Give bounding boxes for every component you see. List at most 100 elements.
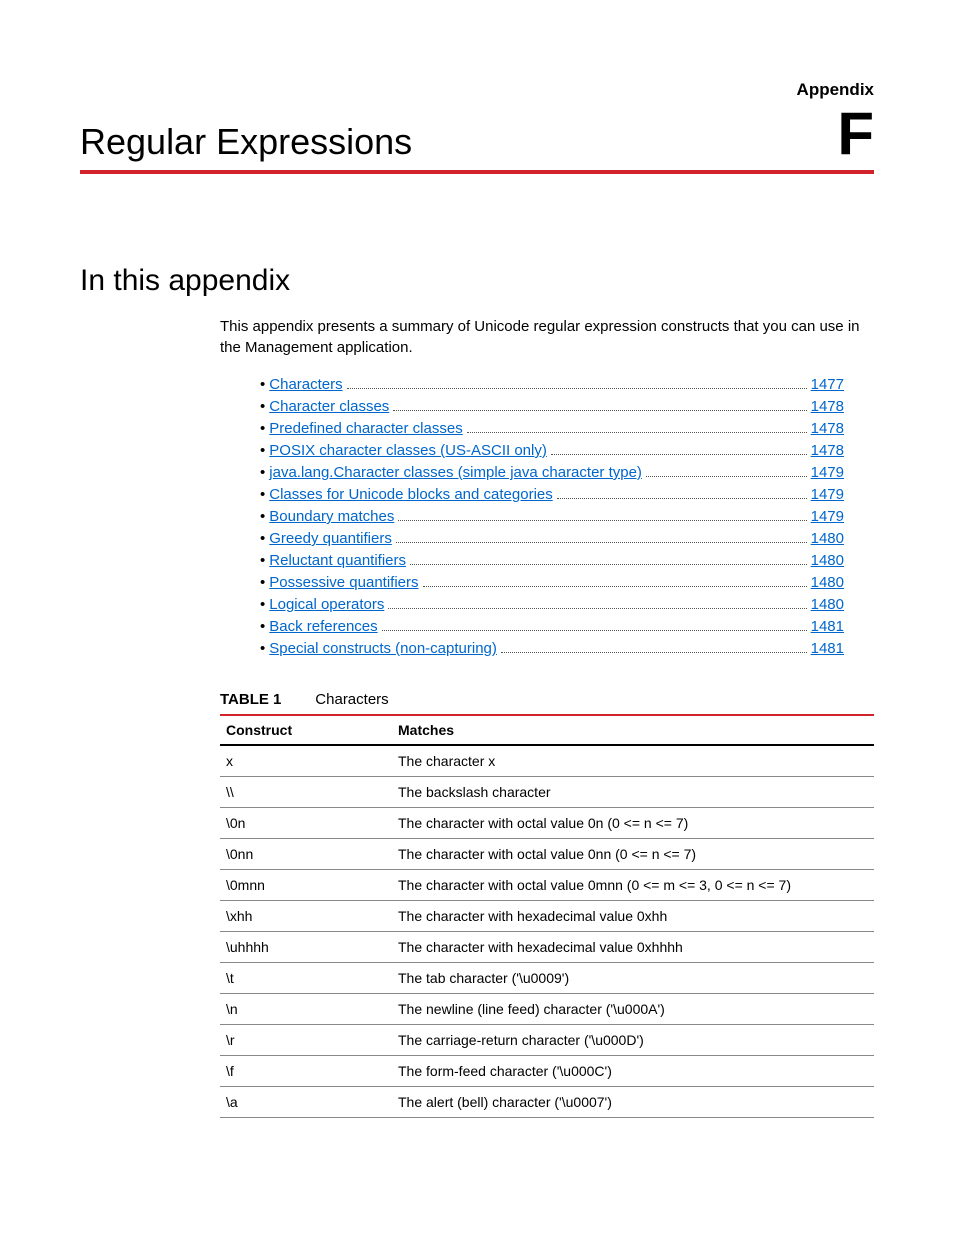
toc-link[interactable]: Reluctant quantifiers bbox=[269, 552, 406, 569]
table-row: \xhhThe character with hexadecimal value… bbox=[220, 901, 874, 932]
table-row: \uhhhhThe character with hexadecimal val… bbox=[220, 932, 874, 963]
toc-leader-dots bbox=[410, 564, 807, 565]
cell-matches: The form-feed character ('\u000C') bbox=[392, 1056, 874, 1087]
appendix-header: Appendix Regular Expressions F bbox=[80, 80, 874, 174]
page: Appendix Regular Expressions F In this a… bbox=[0, 0, 954, 1178]
toc-leader-dots bbox=[393, 410, 806, 411]
toc-link[interactable]: Classes for Unicode blocks and categorie… bbox=[269, 486, 552, 503]
toc-leader-dots bbox=[646, 476, 807, 477]
toc-item: •Predefined character classes 1478 bbox=[260, 420, 844, 437]
bullet-icon: • bbox=[260, 574, 265, 591]
toc-item: •Classes for Unicode blocks and categori… bbox=[260, 486, 844, 503]
title-row: Regular Expressions F bbox=[80, 104, 874, 164]
toc-page-link[interactable]: 1478 bbox=[811, 420, 844, 437]
bullet-icon: • bbox=[260, 442, 265, 459]
cell-construct: \0mnn bbox=[220, 870, 392, 901]
table-row: \rThe carriage-return character ('\u000D… bbox=[220, 1025, 874, 1056]
table-body: xThe character x\\The backslash characte… bbox=[220, 745, 874, 1118]
table-header-matches: Matches bbox=[392, 715, 874, 745]
table-row: \0nnThe character with octal value 0nn (… bbox=[220, 839, 874, 870]
toc-page-link[interactable]: 1480 bbox=[811, 596, 844, 613]
table-of-contents: •Characters1477•Character classes1478•Pr… bbox=[260, 376, 844, 657]
cell-construct: \r bbox=[220, 1025, 392, 1056]
toc-item: •Logical operators1480 bbox=[260, 596, 844, 613]
bullet-icon: • bbox=[260, 552, 265, 569]
table-name: Characters bbox=[315, 691, 388, 708]
toc-item: •Reluctant quantifiers 1480 bbox=[260, 552, 844, 569]
toc-link[interactable]: Characters bbox=[269, 376, 342, 393]
toc-link[interactable]: Character classes bbox=[269, 398, 389, 415]
cell-matches: The carriage-return character ('\u000D') bbox=[392, 1025, 874, 1056]
toc-leader-dots bbox=[396, 542, 807, 543]
bullet-icon: • bbox=[260, 508, 265, 525]
cell-construct: \f bbox=[220, 1056, 392, 1087]
toc-page-link[interactable]: 1481 bbox=[811, 640, 844, 657]
toc-page-link[interactable]: 1478 bbox=[811, 442, 844, 459]
intro-paragraph: This appendix presents a summary of Unic… bbox=[220, 316, 874, 358]
toc-leader-dots bbox=[467, 432, 807, 433]
toc-leader-dots bbox=[347, 388, 807, 389]
section-heading: In this appendix bbox=[80, 264, 874, 298]
toc-leader-dots bbox=[501, 652, 807, 653]
toc-item: •java.lang.Character classes (simple jav… bbox=[260, 464, 844, 481]
toc-leader-dots bbox=[551, 454, 807, 455]
toc-page-link[interactable]: 1480 bbox=[811, 574, 844, 591]
toc-link[interactable]: Greedy quantifiers bbox=[269, 530, 392, 547]
bullet-icon: • bbox=[260, 420, 265, 437]
toc-link[interactable]: Predefined character classes bbox=[269, 420, 462, 437]
cell-matches: The character with octal value 0n (0 <= … bbox=[392, 808, 874, 839]
cell-matches: The character with octal value 0mnn (0 <… bbox=[392, 870, 874, 901]
table-row: \tThe tab character ('\u0009') bbox=[220, 963, 874, 994]
table-header-row: Construct Matches bbox=[220, 715, 874, 745]
cell-matches: The character with octal value 0nn (0 <=… bbox=[392, 839, 874, 870]
table-row: \\The backslash character bbox=[220, 777, 874, 808]
table-caption: TABLE 1 Characters bbox=[220, 691, 874, 708]
toc-item: •Back references1481 bbox=[260, 618, 844, 635]
table-row: \aThe alert (bell) character ('\u0007') bbox=[220, 1087, 874, 1118]
table-row: \0nThe character with octal value 0n (0 … bbox=[220, 808, 874, 839]
toc-leader-dots bbox=[423, 586, 807, 587]
table-row: \nThe newline (line feed) character ('\u… bbox=[220, 994, 874, 1025]
table-row: \0mnnThe character with octal value 0mnn… bbox=[220, 870, 874, 901]
cell-construct: \0nn bbox=[220, 839, 392, 870]
toc-link[interactable]: Back references bbox=[269, 618, 377, 635]
cell-matches: The character with hexadecimal value 0xh… bbox=[392, 901, 874, 932]
cell-construct: \t bbox=[220, 963, 392, 994]
red-divider bbox=[80, 170, 874, 174]
toc-page-link[interactable]: 1480 bbox=[811, 530, 844, 547]
toc-link[interactable]: Possessive quantifiers bbox=[269, 574, 418, 591]
page-title: Regular Expressions bbox=[80, 121, 412, 163]
toc-link[interactable]: Special constructs (non-capturing) bbox=[269, 640, 497, 657]
table-row: \fThe form-feed character ('\u000C') bbox=[220, 1056, 874, 1087]
toc-page-link[interactable]: 1477 bbox=[811, 376, 844, 393]
cell-construct: x bbox=[220, 745, 392, 777]
toc-link[interactable]: Logical operators bbox=[269, 596, 384, 613]
toc-item: •POSIX character classes (US-ASCII only)… bbox=[260, 442, 844, 459]
bullet-icon: • bbox=[260, 398, 265, 415]
toc-page-link[interactable]: 1479 bbox=[811, 508, 844, 525]
table-row: xThe character x bbox=[220, 745, 874, 777]
cell-construct: \\ bbox=[220, 777, 392, 808]
toc-leader-dots bbox=[398, 520, 806, 521]
table-label: TABLE 1 bbox=[220, 691, 281, 708]
cell-construct: \uhhhh bbox=[220, 932, 392, 963]
toc-leader-dots bbox=[382, 630, 807, 631]
toc-leader-dots bbox=[557, 498, 807, 499]
cell-matches: The alert (bell) character ('\u0007') bbox=[392, 1087, 874, 1118]
toc-item: •Character classes 1478 bbox=[260, 398, 844, 415]
table-block: TABLE 1 Characters Construct Matches xTh… bbox=[220, 691, 874, 1118]
bullet-icon: • bbox=[260, 376, 265, 393]
cell-matches: The tab character ('\u0009') bbox=[392, 963, 874, 994]
toc-link[interactable]: java.lang.Character classes (simple java… bbox=[269, 464, 642, 481]
toc-page-link[interactable]: 1479 bbox=[811, 486, 844, 503]
cell-construct: \a bbox=[220, 1087, 392, 1118]
toc-page-link[interactable]: 1478 bbox=[811, 398, 844, 415]
cell-matches: The character x bbox=[392, 745, 874, 777]
toc-link[interactable]: Boundary matches bbox=[269, 508, 394, 525]
toc-page-link[interactable]: 1481 bbox=[811, 618, 844, 635]
toc-page-link[interactable]: 1479 bbox=[811, 464, 844, 481]
toc-page-link[interactable]: 1480 bbox=[811, 552, 844, 569]
toc-leader-dots bbox=[388, 608, 806, 609]
appendix-label: Appendix bbox=[80, 80, 874, 100]
toc-link[interactable]: POSIX character classes (US-ASCII only) bbox=[269, 442, 547, 459]
